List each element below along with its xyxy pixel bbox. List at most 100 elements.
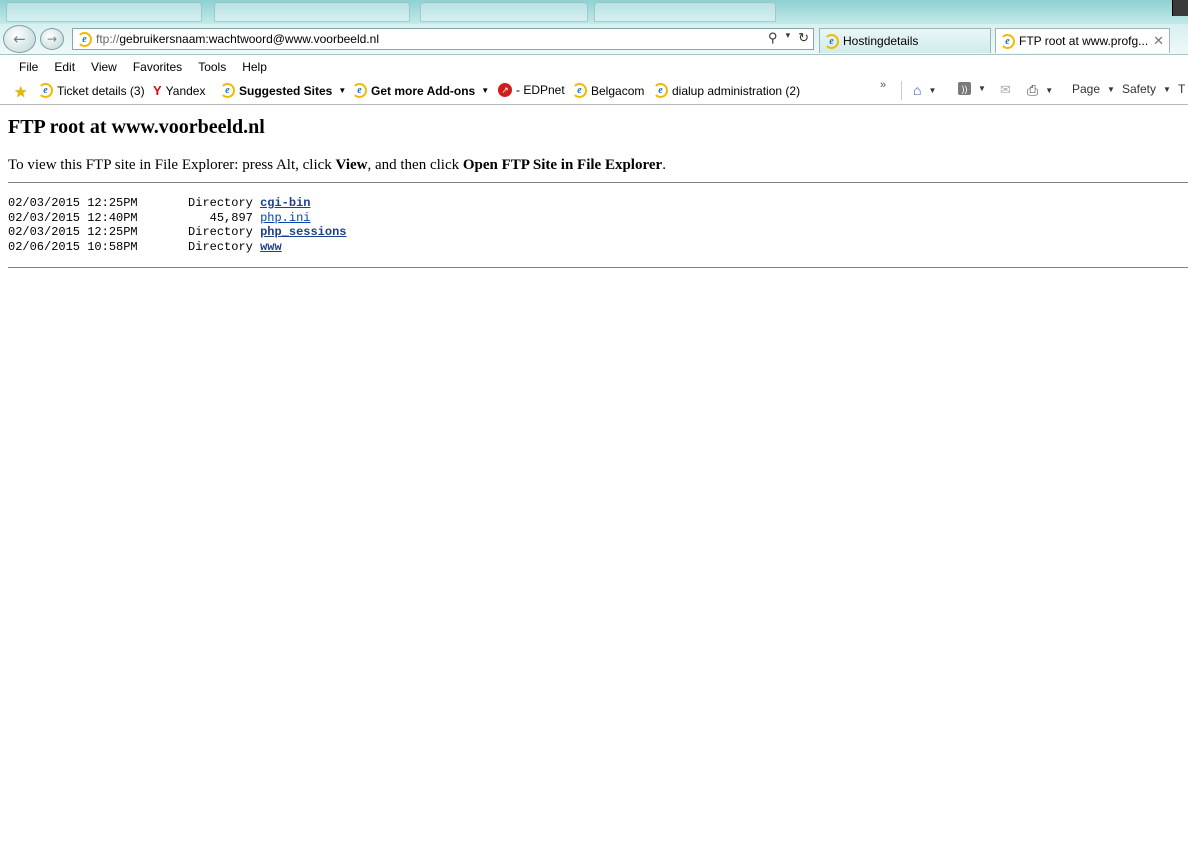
favorite-belgacom[interactable]: e Belgacom bbox=[572, 83, 644, 98]
favorite-dialup-administration[interactable]: e dialup administration (2) bbox=[653, 83, 800, 98]
listing-row: 02/06/2015 10:58PM Directory www bbox=[8, 240, 1188, 255]
star-icon: ★ bbox=[14, 84, 28, 101]
menu-file[interactable]: File bbox=[19, 60, 38, 74]
close-icon[interactable]: ✕ bbox=[1153, 33, 1164, 49]
title-bar bbox=[0, 0, 1188, 26]
favorites-star-button[interactable]: ★ bbox=[14, 83, 27, 101]
more-favorites-icon[interactable]: » bbox=[880, 79, 886, 91]
home-button[interactable]: ⌂ ▼ bbox=[913, 82, 936, 98]
listing-row: 02/03/2015 12:25PM Directory php_session… bbox=[8, 225, 1188, 240]
chevron-down-icon: ▼ bbox=[1107, 84, 1115, 94]
ie-page-icon: e bbox=[38, 83, 53, 98]
tools-menu-button[interactable]: T bbox=[1178, 82, 1185, 96]
page-menu-label: Page bbox=[1072, 82, 1101, 96]
background-window-tab bbox=[594, 2, 776, 22]
edpnet-icon: ↗ bbox=[498, 83, 512, 97]
ie-page-icon: e bbox=[572, 83, 587, 98]
divider bbox=[8, 267, 1188, 268]
page-menu-button[interactable]: Page ▼ bbox=[1072, 82, 1115, 96]
address-bar[interactable]: e ftp:// gebruikersnaam:wachtwoord@www.v… bbox=[72, 28, 814, 50]
chevron-down-icon: ▼ bbox=[1045, 86, 1054, 95]
chevron-down-icon: ▼ bbox=[978, 84, 986, 93]
instructions-view: View bbox=[335, 157, 368, 173]
navigation-bar: ← → e ftp:// gebruikersnaam:wachtwoord@w… bbox=[0, 24, 1188, 55]
listing-size: 45,897 bbox=[188, 210, 253, 225]
arrow-right-icon: → bbox=[46, 32, 58, 46]
menu-favorites[interactable]: Favorites bbox=[133, 60, 182, 74]
window-control[interactable] bbox=[1172, 0, 1188, 16]
ie-page-icon: e bbox=[352, 83, 367, 98]
directory-link[interactable]: php_sessions bbox=[260, 225, 346, 239]
refresh-icon[interactable]: ↻ bbox=[798, 30, 809, 46]
tools-menu-label: T bbox=[1178, 82, 1186, 96]
file-listing: 02/03/2015 12:25PM Directory cgi-bin 02/0… bbox=[8, 196, 1188, 254]
address-text: gebruikersnaam:wachtwoord@www.voorbeeld.… bbox=[119, 32, 379, 46]
instructions-text: To view this FTP site in File Explorer: … bbox=[8, 157, 1188, 174]
menu-edit[interactable]: Edit bbox=[54, 60, 75, 74]
dropdown-icon[interactable]: ▾ bbox=[786, 30, 791, 46]
listing-date: 02/03/2015 12:40PM bbox=[8, 210, 138, 225]
favorite-label: dialup administration (2) bbox=[672, 83, 801, 98]
background-window-tab bbox=[6, 2, 202, 22]
instructions-suffix: . bbox=[662, 157, 666, 173]
background-window-tab bbox=[214, 2, 410, 22]
tab-label: Hostingdetails bbox=[843, 34, 919, 48]
directory-link[interactable]: www bbox=[260, 240, 282, 254]
printer-icon: ⎙ bbox=[1027, 82, 1039, 98]
favorite-label: Get more Add-ons bbox=[371, 83, 476, 98]
ie-page-icon: e bbox=[653, 83, 668, 98]
arrow-left-icon: ← bbox=[13, 29, 26, 48]
rss-feed-icon: )) bbox=[958, 82, 971, 95]
tab-ftp-root[interactable]: e FTP root at www.profg... ✕ bbox=[995, 28, 1170, 53]
tab-hostingdetails[interactable]: e Hostingdetails bbox=[819, 28, 991, 53]
search-icon[interactable]: ⚲ bbox=[768, 30, 778, 46]
instructions-prefix: To view this FTP site in File Explorer: … bbox=[8, 157, 336, 173]
directory-link[interactable]: cgi-bin bbox=[260, 196, 310, 210]
menu-view[interactable]: View bbox=[91, 60, 117, 74]
menu-tools[interactable]: Tools bbox=[198, 60, 226, 74]
divider bbox=[901, 81, 902, 100]
listing-date: 02/03/2015 12:25PM bbox=[8, 196, 138, 210]
favorite-ticket-details[interactable]: e Ticket details (3) bbox=[38, 83, 145, 98]
listing-date: 02/03/2015 12:25PM bbox=[8, 225, 138, 239]
safety-menu-button[interactable]: Safety ▼ bbox=[1122, 82, 1171, 96]
back-button[interactable]: ← bbox=[3, 25, 36, 53]
chevron-down-icon: ▼ bbox=[928, 85, 937, 95]
listing-date: 02/06/2015 10:58PM bbox=[8, 239, 138, 254]
tab-label: FTP root at www.profg... bbox=[1019, 34, 1149, 48]
ie-page-icon: e bbox=[1000, 33, 1015, 49]
favorite-suggested-sites[interactable]: e Suggested Sites ▼ bbox=[220, 83, 346, 98]
chevron-down-icon: ▼ bbox=[481, 86, 490, 95]
favorite-label: Suggested Sites bbox=[239, 83, 333, 98]
listing-row: 02/03/2015 12:25PM Directory cgi-bin bbox=[8, 196, 1188, 211]
listing-size: Directory bbox=[188, 225, 253, 239]
home-icon: ⌂ bbox=[913, 82, 922, 98]
ie-page-icon: e bbox=[824, 33, 839, 49]
page-content: FTP root at www.voorbeeld.nl To view thi… bbox=[8, 106, 1188, 268]
favorite-label: - EDPnet bbox=[516, 83, 565, 97]
page-title: FTP root at www.voorbeeld.nl bbox=[8, 116, 265, 138]
feeds-button[interactable]: )) ▼ bbox=[958, 82, 986, 95]
instructions-open-ftp: Open FTP Site in File Explorer bbox=[462, 157, 663, 173]
favorite-label: Ticket details (3) bbox=[57, 83, 145, 98]
chevron-down-icon: ▼ bbox=[1163, 84, 1171, 94]
read-mail-button[interactable]: ✉ bbox=[1000, 82, 1011, 98]
instructions-middle: , and then click bbox=[367, 157, 463, 173]
yandex-icon: Y bbox=[153, 83, 162, 98]
listing-row: 02/03/2015 12:40PM 45,897 php.ini bbox=[8, 211, 1188, 226]
menu-help[interactable]: Help bbox=[242, 60, 267, 74]
mail-icon: ✉ bbox=[1000, 82, 1011, 97]
safety-menu-label: Safety bbox=[1122, 82, 1157, 96]
favorite-label: Belgacom bbox=[591, 83, 645, 98]
print-button[interactable]: ⎙ ▼ bbox=[1027, 82, 1053, 99]
file-link[interactable]: php.ini bbox=[260, 211, 310, 225]
ie-page-icon: e bbox=[77, 31, 92, 47]
listing-size: Directory bbox=[188, 196, 253, 210]
forward-button[interactable]: → bbox=[40, 28, 64, 50]
favorite-edpnet[interactable]: ↗ - EDPnet bbox=[498, 83, 565, 97]
favorite-get-more-addons[interactable]: e Get more Add-ons ▼ bbox=[352, 83, 489, 98]
divider bbox=[8, 182, 1188, 183]
favorite-yandex[interactable]: Y Yandex bbox=[153, 83, 205, 98]
chevron-down-icon: ▼ bbox=[338, 86, 347, 95]
address-protocol: ftp:// bbox=[96, 32, 120, 46]
